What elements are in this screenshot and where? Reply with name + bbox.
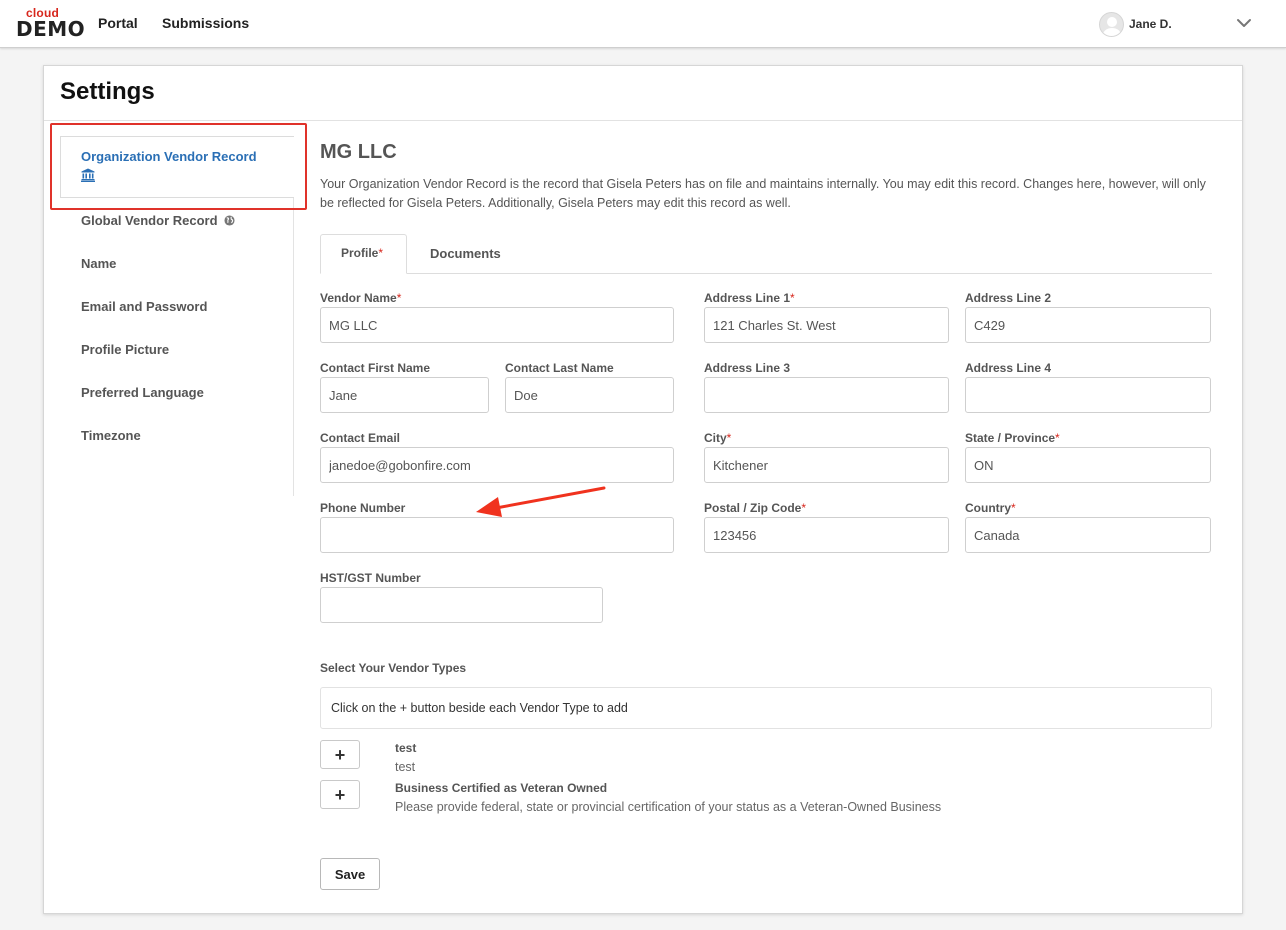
state-province-label-text: State / Province (965, 431, 1056, 445)
tab-documents[interactable]: Documents (410, 234, 521, 274)
nav-submissions-link[interactable]: Submissions (162, 15, 249, 31)
address-line-1-label: Address Line 1* (704, 291, 795, 305)
nav-portal-link[interactable]: Portal (98, 15, 138, 31)
avatar-body (1103, 28, 1121, 36)
vendor-type-description: Please provide federal, state or provinc… (395, 800, 942, 814)
globe-icon (224, 215, 235, 226)
hst-gst-number-label: HST/GST Number (320, 571, 421, 585)
country-input[interactable] (965, 517, 1211, 553)
page-title: Settings (60, 78, 155, 105)
sidebar-item-label-active[interactable]: Organization Vendor Record (81, 149, 257, 164)
tab-profile-label: Profile (341, 246, 379, 260)
address-line-1-input[interactable] (704, 307, 949, 343)
address-line-4-label: Address Line 4 (965, 361, 1052, 375)
contact-email-label: Contact Email (320, 431, 401, 445)
vendor-name-label: Vendor Name* (320, 291, 401, 305)
required-mark: * (1011, 501, 1016, 515)
record-description: Your Organization Vendor Record is the r… (320, 177, 1206, 210)
record-title: MG LLC (320, 141, 397, 163)
address-line-3-input[interactable] (704, 377, 949, 413)
title-divider (44, 120, 1242, 121)
tab-documents-label: Documents (430, 246, 501, 261)
required-mark: * (378, 246, 384, 260)
address-line-2-label: Address Line 2 (965, 291, 1052, 305)
chevron-down-icon[interactable] (1236, 15, 1252, 31)
contact-first-name-label: Contact First Name (320, 361, 431, 375)
vendor-type-name: Business Certified as Veteran Owned (395, 781, 608, 795)
state-province-label: State / Province* (965, 431, 1060, 445)
required-mark: * (790, 291, 795, 305)
settings-panel: Settings Organization Vendor Record Glob… (43, 65, 1243, 914)
sidebar-item-profile-picture[interactable]: Profile Picture (81, 342, 169, 357)
country-label-text: Country (965, 501, 1011, 515)
postal-zip-input[interactable] (704, 517, 949, 553)
state-province-input[interactable] (965, 447, 1211, 483)
sidebar-item-preferred-language[interactable]: Preferred Language (81, 385, 204, 400)
required-mark: * (1055, 431, 1060, 445)
city-label-text: City (704, 431, 727, 445)
annotation-arrow-icon (476, 486, 606, 517)
address-line-3-label: Address Line 3 (704, 361, 791, 375)
sidebar-divider (293, 196, 294, 496)
sidebar-item-global-vendor-record[interactable]: Global Vendor Record (81, 213, 235, 228)
address-line-1-label-text: Address Line 1 (704, 291, 791, 305)
sidebar-item-email-and-password[interactable]: Email and Password (81, 299, 207, 314)
address-line-4-input[interactable] (965, 377, 1211, 413)
contact-first-name-input[interactable] (320, 377, 489, 413)
country-label: Country* (965, 501, 1016, 515)
vendor-types-hint: Click on the + button beside each Vendor… (320, 687, 1212, 729)
avatar-head (1107, 17, 1117, 27)
contact-last-name-label: Contact Last Name (505, 361, 614, 375)
add-vendor-type-button[interactable]: + (320, 740, 360, 769)
cloud-demo-logo[interactable]: cloud DEMO (16, 6, 85, 42)
sidebar-item-timezone[interactable]: Timezone (81, 428, 141, 443)
bank-icon (81, 168, 95, 182)
avatar[interactable] (1099, 12, 1124, 37)
sidebar-item-label: Global Vendor Record (81, 213, 218, 228)
vendor-name-label-text: Vendor Name (320, 291, 397, 305)
contact-last-name-input[interactable] (505, 377, 674, 413)
required-mark: * (801, 501, 807, 515)
city-input[interactable] (704, 447, 949, 483)
required-mark: * (726, 431, 732, 445)
vendor-types-label: Select Your Vendor Types (320, 661, 467, 675)
sidebar-item-name[interactable]: Name (81, 256, 116, 271)
contact-email-input[interactable] (320, 447, 674, 483)
sidebar-item-organization-vendor-record[interactable] (60, 136, 294, 198)
logo-demo-text: DEMO (16, 17, 86, 41)
save-button[interactable]: Save (320, 858, 380, 890)
postal-zip-label-text: Postal / Zip Code (704, 501, 802, 515)
hst-gst-number-input[interactable] (320, 587, 603, 623)
top-navbar: cloud DEMO Portal Submissions Jane D. (0, 0, 1286, 48)
phone-number-label: Phone Number (320, 501, 406, 515)
vendor-type-description: test (395, 760, 416, 774)
user-name[interactable]: Jane D. (1129, 17, 1172, 31)
postal-zip-label: Postal / Zip Code* (704, 501, 806, 515)
vendor-type-name: test (395, 741, 417, 755)
address-line-2-input[interactable] (965, 307, 1211, 343)
city-label: City* (704, 431, 731, 445)
vendor-name-input[interactable] (320, 307, 674, 343)
required-mark: * (396, 291, 402, 305)
phone-number-input[interactable] (320, 517, 674, 553)
tab-profile[interactable]: Profile* (320, 234, 407, 274)
add-vendor-type-button[interactable]: + (320, 780, 360, 809)
